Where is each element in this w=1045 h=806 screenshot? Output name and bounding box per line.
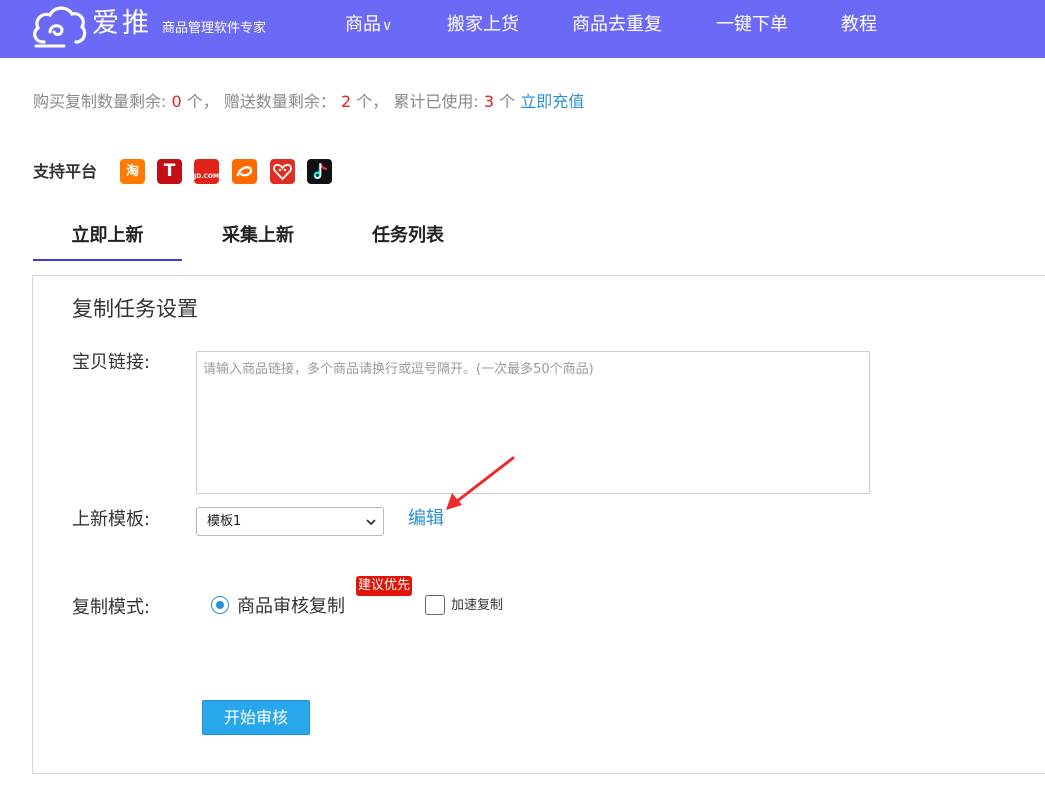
tab-collect-publish[interactable]: 采集上新 [183, 215, 333, 261]
used-count: 3 [483, 92, 495, 111]
speed-copy-label[interactable]: 加速复制 [451, 597, 503, 615]
jd-icon: JD.COM [194, 159, 219, 184]
speed-copy-checkbox[interactable] [425, 595, 445, 615]
product-link-input[interactable] [196, 351, 870, 494]
chevron-down-icon [366, 519, 376, 526]
tab-task-list[interactable]: 任务列表 [333, 215, 483, 261]
used-label: 个， 累计已使用: [356, 92, 479, 111]
taobao-icon: 淘 [120, 159, 145, 184]
nav-products[interactable]: 商品∨ [345, 10, 392, 40]
recharge-link[interactable]: 立即充值 [520, 92, 584, 111]
supported-platforms-label: 支持平台 [33, 162, 98, 181]
tab-publish-now[interactable]: 立即上新 [33, 215, 182, 261]
gift-count: 2 [340, 92, 352, 111]
recommended-badge: 建议优先 [356, 576, 413, 596]
chevron-down-icon: ∨ [382, 18, 393, 34]
nav-one-click-order[interactable]: 一键下单 [716, 10, 788, 40]
nav-move-goods[interactable]: 搬家上货 [447, 10, 519, 40]
purchase-label: 购买复制数量剩余: [33, 92, 167, 111]
alibaba-glyph-icon [236, 166, 253, 177]
nav-products-label: 商品 [345, 14, 381, 35]
douyin-icon [307, 159, 332, 184]
gift-label: 个， 赠送数量剩余： [186, 92, 336, 111]
douyin-glyph-icon [313, 162, 328, 180]
brand-name: 爱推 [92, 8, 152, 39]
start-audit-button[interactable]: 开始审核 [202, 700, 310, 735]
quota-status-line: 购买复制数量剩余: 0 个， 赠送数量剩余： 2 个， 累计已使用: 3 个 立… [33, 91, 584, 113]
purchase-count: 0 [171, 92, 182, 111]
panel-title: 复制任务设置 [72, 297, 198, 321]
copy-task-panel [32, 275, 1045, 774]
edit-template-link[interactable]: 编辑 [408, 506, 444, 532]
product-link-label: 宝贝链接: [72, 352, 151, 373]
cloud-logo-icon [33, 6, 87, 48]
audit-copy-label[interactable]: 商品审核复制 [237, 594, 345, 620]
copy-mode-label: 复制模式: [72, 597, 151, 618]
nav-dedup[interactable]: 商品去重复 [572, 10, 662, 40]
nav-tutorial[interactable]: 教程 [841, 10, 877, 40]
brand-slogan: 商品管理软件专家 [162, 21, 267, 36]
audit-copy-radio[interactable] [211, 596, 229, 614]
template-selected-value: 模板1 [207, 514, 242, 529]
template-label: 上新模板: [72, 509, 151, 530]
pinduoduo-icon [270, 159, 295, 184]
unit-label: 个 [499, 92, 516, 111]
template-select[interactable]: 模板1 [196, 507, 384, 536]
top-nav-bar: 爱推 商品管理软件专家 商品∨ 搬家上货 商品去重复 一键下单 教程 [0, 0, 1045, 58]
alibaba-icon [232, 159, 257, 184]
annotation-arrow-icon [446, 456, 515, 510]
pinduoduo-glyph-icon [273, 163, 292, 181]
tmall-icon: T [157, 159, 182, 184]
